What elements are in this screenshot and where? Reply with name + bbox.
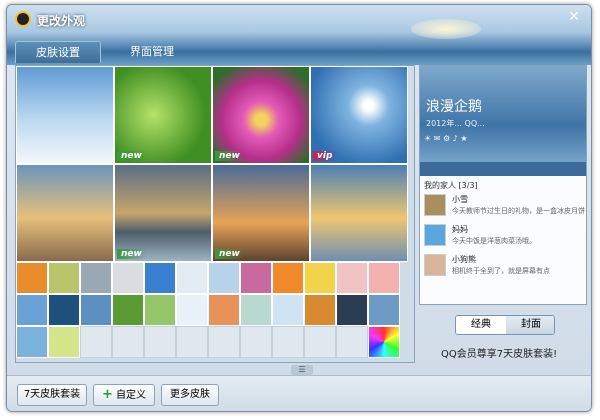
contact-message: 相机终于全到了，就是屏幕有点 bbox=[452, 267, 550, 275]
empty-skin-slot bbox=[176, 326, 208, 358]
new-badge: new bbox=[215, 151, 244, 161]
skin-tile-small[interactable] bbox=[48, 262, 80, 294]
skin-tile-small[interactable] bbox=[272, 294, 304, 326]
new-badge: new bbox=[117, 151, 146, 161]
empty-skin-slot bbox=[112, 326, 144, 358]
preview-nickname: 浪漫企鹅 bbox=[426, 99, 482, 115]
skin-tile-small[interactable] bbox=[336, 262, 368, 294]
skin-tile-small[interactable] bbox=[80, 294, 112, 326]
preview-contact: 小雪 今天教师节过生日的礼物，是一盒冰皮月饼 bbox=[424, 192, 585, 220]
appearance-window: 更改外观 ✕ 皮肤设置 界面管理 new new vip new new 浪漫企… bbox=[6, 4, 592, 412]
contact-name: 小雪 bbox=[452, 195, 468, 204]
custom-color-tile[interactable] bbox=[368, 326, 400, 358]
preview-tab-bar bbox=[420, 162, 586, 176]
tab-skin-settings[interactable]: 皮肤设置 bbox=[15, 41, 101, 63]
mode-cover-button[interactable]: 封面 bbox=[506, 316, 554, 334]
skin-tile-lotus[interactable]: new bbox=[212, 66, 310, 164]
empty-skin-slot bbox=[208, 326, 240, 358]
skin-tile-small[interactable] bbox=[176, 262, 208, 294]
preview-contact-list: 我的家人 [3/3] 小雪 今天教师节过生日的礼物，是一盒冰皮月饼 妈妈 今天中… bbox=[420, 176, 586, 304]
bottom-bar: 7天皮肤套装 + 自定义 更多皮肤 bbox=[7, 375, 591, 411]
skin-tile-small[interactable] bbox=[304, 262, 336, 294]
vip-promo-text: QQ会员尊享7天皮肤套装! bbox=[441, 349, 558, 360]
skin-tile-windmill[interactable]: new bbox=[212, 164, 310, 262]
title-bar: 更改外观 ✕ 皮肤设置 界面管理 bbox=[7, 5, 591, 65]
mode-toggle: 经典 封面 bbox=[455, 315, 555, 335]
vip-badge: vip bbox=[313, 151, 337, 161]
skin-tile-sprout[interactable]: new bbox=[114, 66, 212, 164]
empty-skin-slot bbox=[240, 326, 272, 358]
avatar bbox=[424, 254, 446, 276]
new-badge: new bbox=[215, 249, 244, 259]
seven-day-skin-button[interactable]: 7天皮肤套装 bbox=[17, 384, 87, 406]
skin-tile-small[interactable] bbox=[336, 294, 368, 326]
preview-contact: 妈妈 今天中饭是洋葱肉菜汤哦。 bbox=[424, 222, 584, 250]
avatar bbox=[424, 224, 446, 246]
skin-tile-small[interactable] bbox=[144, 262, 176, 294]
contact-name: 妈妈 bbox=[452, 225, 468, 234]
skin-tile-small[interactable] bbox=[304, 294, 336, 326]
empty-skin-slot bbox=[144, 326, 176, 358]
splitter-handle[interactable]: ☰ bbox=[291, 365, 313, 375]
skin-tile-sunset[interactable] bbox=[310, 164, 408, 262]
empty-skin-slot bbox=[272, 326, 304, 358]
skin-tile-small[interactable] bbox=[208, 294, 240, 326]
avatar bbox=[424, 194, 446, 216]
skin-tile-small[interactable] bbox=[144, 294, 176, 326]
contact-name: 小狗熊 bbox=[452, 255, 476, 264]
skin-tile-small[interactable] bbox=[176, 294, 208, 326]
window-title: 更改外观 bbox=[37, 14, 86, 28]
skin-tile-small[interactable] bbox=[368, 262, 400, 294]
skin-tile-small[interactable] bbox=[208, 262, 240, 294]
skin-tile-small[interactable] bbox=[80, 262, 112, 294]
skin-tile-small[interactable] bbox=[112, 262, 144, 294]
skin-grid: new new vip new new bbox=[15, 65, 415, 363]
contact-message: 今天中饭是洋葱肉菜汤哦。 bbox=[452, 237, 536, 245]
skin-tile-desert[interactable] bbox=[16, 164, 114, 262]
empty-skin-slot bbox=[80, 326, 112, 358]
skin-tile-small[interactable] bbox=[112, 294, 144, 326]
skin-tile-small[interactable] bbox=[240, 262, 272, 294]
qq-penguin-icon bbox=[15, 11, 31, 27]
skin-tile-small[interactable] bbox=[16, 262, 48, 294]
more-skins-button[interactable]: 更多皮肤 bbox=[161, 384, 219, 406]
contact-message: 今天教师节过生日的礼物，是一盒冰皮月饼 bbox=[452, 207, 585, 215]
skin-preview: 浪漫企鹅 2012年... QQ... ☀ ✉ ⚙ ♪ ★ 我的家人 [3/3]… bbox=[419, 65, 587, 305]
tab-interface-management[interactable]: 界面管理 bbox=[109, 41, 195, 63]
new-badge: new bbox=[117, 249, 146, 259]
plus-icon: + bbox=[102, 387, 113, 402]
skin-tile-small[interactable] bbox=[48, 326, 80, 358]
empty-skin-slot bbox=[304, 326, 336, 358]
preview-contact: 小狗熊 相机终于全到了，就是屏幕有点 bbox=[424, 252, 584, 280]
skin-tile-small[interactable] bbox=[368, 294, 400, 326]
header-sun-glow bbox=[411, 19, 481, 39]
skin-tile-feather[interactable]: vip bbox=[310, 66, 408, 164]
preview-info: 2012年... QQ... bbox=[426, 119, 485, 128]
preview-toolbar-icons: ☀ ✉ ⚙ ♪ ★ bbox=[424, 134, 468, 143]
skin-tile-sky[interactable] bbox=[16, 66, 114, 164]
skin-tile-small[interactable] bbox=[48, 294, 80, 326]
skin-tile-small[interactable] bbox=[16, 326, 48, 358]
skin-tile-small[interactable] bbox=[16, 294, 48, 326]
skin-tile-small[interactable] bbox=[272, 262, 304, 294]
mode-classic-button[interactable]: 经典 bbox=[456, 316, 506, 334]
custom-skin-button[interactable]: + 自定义 bbox=[93, 384, 155, 406]
preview-header: 浪漫企鹅 2012年... QQ... ☀ ✉ ⚙ ♪ ★ bbox=[420, 66, 586, 174]
custom-skin-label: 自定义 bbox=[115, 390, 146, 401]
preview-group-label: 我的家人 [3/3] bbox=[424, 181, 478, 190]
skin-tile-small[interactable] bbox=[240, 294, 272, 326]
skin-tile-coast[interactable]: new bbox=[114, 164, 212, 262]
empty-skin-slot bbox=[336, 326, 368, 358]
close-button[interactable]: ✕ bbox=[565, 9, 583, 25]
